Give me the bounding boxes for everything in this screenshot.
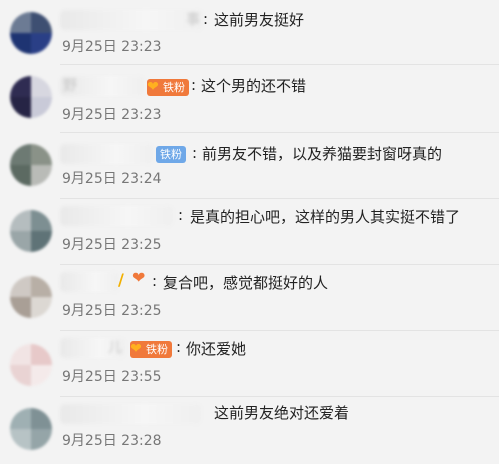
timestamp: 9月25日 23:24: [62, 171, 162, 187]
fan-badge-label: 铁粉: [146, 343, 168, 356]
avatar[interactable]: [10, 12, 52, 54]
separator-colon: :: [191, 76, 197, 94]
comment-text: 复合吧，感觉都挺好的人: [163, 274, 329, 292]
divider: [60, 396, 499, 397]
tie-badge-label: 铁粉: [160, 148, 182, 161]
comment-item: : 是真的担心吧，这样的男人其实挺不错了 9月25日 23:25: [0, 200, 499, 266]
avatar[interactable]: [10, 144, 52, 186]
fan-badge: ❤ 铁粉: [147, 79, 189, 96]
comment-text: 这前男友挺好: [214, 11, 305, 29]
username[interactable]: [60, 206, 173, 226]
separator-colon: :: [152, 272, 158, 290]
tie-badge: 铁粉: [156, 146, 186, 163]
username[interactable]: 野: [60, 76, 144, 96]
comment-item: 铁粉 : 前男友不错，以及养猫要封窗呀真的 9月25日 23:24: [0, 134, 499, 200]
comment-item: / ❤ : 复合吧，感觉都挺好的人 9月25日 23:25: [0, 266, 499, 332]
username[interactable]: [60, 144, 153, 164]
divider: [60, 198, 499, 199]
heart-fan-icon: ❤: [130, 341, 142, 357]
avatar[interactable]: [10, 344, 52, 386]
divider: [60, 264, 499, 265]
timestamp: 9月25日 23:55: [62, 369, 162, 385]
comment-text: 你还爱她: [186, 340, 247, 358]
separator-colon: :: [203, 10, 209, 28]
username-fragment: 野: [63, 78, 77, 94]
username-fragment: 事: [186, 12, 200, 28]
timestamp: 9月25日 23:23: [62, 39, 162, 55]
username[interactable]: [60, 272, 119, 292]
comment-text: 前男友不错，以及养猫要封窗呀真的: [202, 145, 443, 163]
timestamp: 9月25日 23:28: [62, 433, 162, 449]
username[interactable]: [60, 404, 201, 424]
avatar[interactable]: [10, 76, 52, 118]
username-fragment: 儿: [108, 340, 122, 356]
fan-badge-label: 铁粉: [163, 81, 185, 94]
separator-colon: :: [178, 206, 184, 224]
slash-mark: /: [118, 270, 124, 289]
comment-text: 是真的担心吧，这样的男人其实挺不错了: [190, 208, 461, 226]
timestamp: 9月25日 23:25: [62, 237, 162, 253]
username[interactable]: 事: [60, 10, 203, 30]
comment-item: 事 : 这前男友挺好 9月25日 23:23: [0, 0, 499, 66]
timestamp: 9月25日 23:23: [62, 107, 162, 123]
avatar[interactable]: [10, 408, 52, 450]
comment-text: 这前男友绝对还爱着: [214, 404, 350, 422]
comment-item: 野 ❤ 铁粉 : 这个男的还不错 9月25日 23:23: [0, 66, 499, 132]
heart-fan-icon: ❤: [147, 79, 159, 95]
comment-item: 这前男友绝对还爱着 9月25日 23:28: [0, 398, 499, 464]
comment-item: 儿 ❤ 铁粉 : 你还爱她 9月25日 23:55: [0, 332, 499, 398]
username[interactable]: 儿: [60, 338, 125, 358]
comment-text: 这个男的还不错: [201, 77, 307, 95]
separator-colon: :: [192, 144, 198, 162]
avatar[interactable]: [10, 210, 52, 252]
avatar[interactable]: [10, 276, 52, 318]
divider: [60, 64, 499, 65]
divider: [60, 132, 499, 133]
heart-fan-icon: ❤: [132, 268, 146, 287]
timestamp: 9月25日 23:25: [62, 303, 162, 319]
separator-colon: :: [176, 338, 182, 356]
divider: [60, 330, 499, 331]
fan-badge: ❤ 铁粉: [130, 341, 172, 358]
